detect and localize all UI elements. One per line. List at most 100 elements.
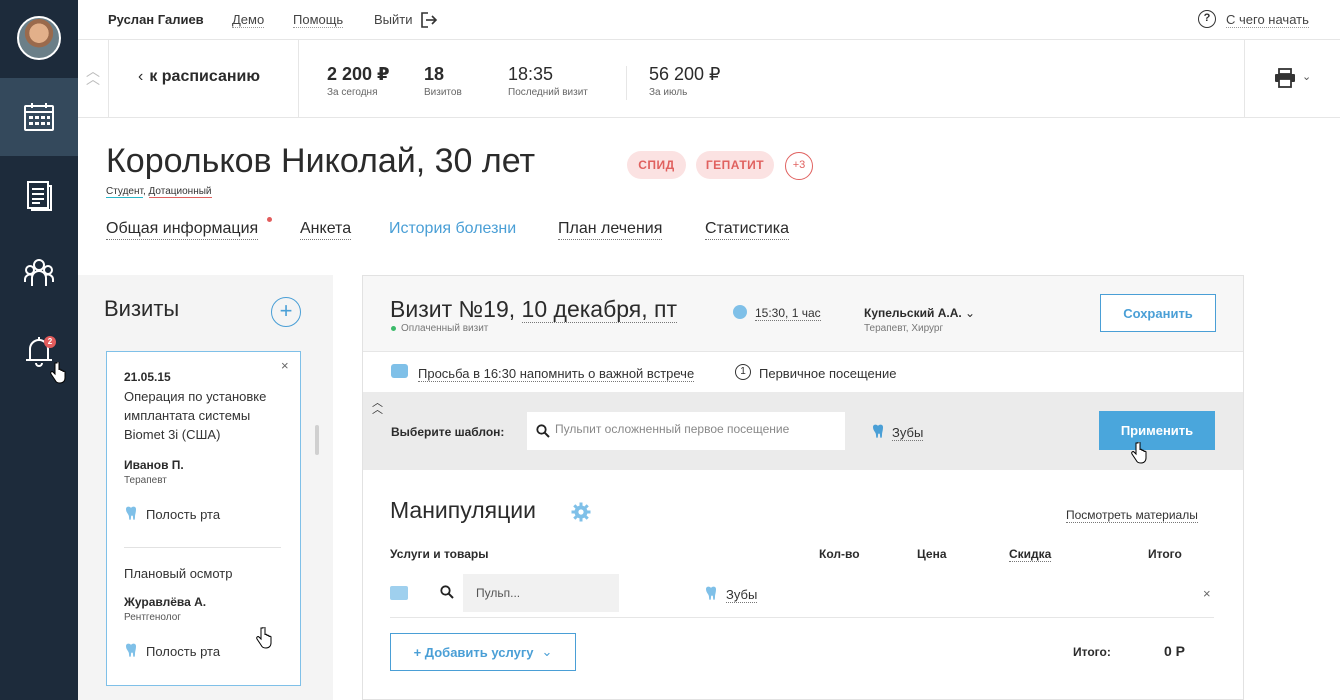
logout-link[interactable]: Выйти [374, 12, 413, 27]
document-icon [27, 181, 52, 211]
logout-icon[interactable] [420, 11, 438, 29]
first-visit-label: Первичное посещение [759, 366, 897, 381]
add-visit-button[interactable]: + [271, 297, 301, 327]
card-date: 21.05.15 [124, 370, 171, 384]
chevron-left-icon: ‹ [138, 68, 144, 85]
back-to-schedule-link[interactable]: ‹ к расписанию [138, 68, 260, 86]
demo-link[interactable]: Демо [232, 12, 265, 28]
tags-more-badge[interactable]: +3 [785, 152, 813, 180]
visit-date-link[interactable]: 10 декабря, пт [521, 296, 678, 323]
patient-name: Корольков Николай, 30 лет [106, 142, 536, 180]
category-student[interactable]: Студент [106, 186, 143, 198]
hand-cursor-icon [256, 627, 272, 649]
hand-cursor-icon [50, 362, 66, 384]
column-header: Кол-во [819, 547, 860, 561]
avatar[interactable] [17, 16, 61, 60]
card-desc-line: имплантата системы [124, 408, 251, 423]
template-teeth-link[interactable]: Зубы [892, 425, 924, 441]
sidebar-item-documents[interactable] [0, 156, 78, 234]
service-search-input[interactable] [463, 574, 619, 612]
status-dot [391, 325, 396, 331]
folder-icon[interactable] [390, 586, 408, 600]
hand-cursor-icon [1131, 442, 1147, 464]
chevron-down-icon: ⌄ [965, 306, 976, 320]
manipulations-title: Манипуляции [390, 497, 536, 523]
stat-today: 2 200 ₽ За сегодня [327, 64, 390, 98]
tab-treatment-plan[interactable]: План лечения [558, 220, 663, 240]
apply-button[interactable]: Применить [1099, 411, 1215, 450]
tab-statistics[interactable]: Статистика [705, 220, 790, 240]
card-desc-line: Плановый осмотр [124, 566, 233, 581]
card-doctor: Иванов П. [124, 458, 184, 472]
save-button[interactable]: Сохранить [1100, 294, 1216, 332]
getting-started-link[interactable]: С чего начать [1226, 12, 1309, 28]
view-materials-link[interactable]: Посмотреть материалы [1066, 508, 1198, 523]
card-divider [124, 547, 281, 548]
card-scrollbar[interactable] [315, 425, 319, 455]
tab-medical-history[interactable]: История болезни [389, 220, 516, 239]
sidebar-item-team[interactable] [0, 234, 78, 312]
collapse-up-icon[interactable]: ︿ ︿ [86, 64, 100, 86]
close-icon[interactable]: × [281, 358, 289, 373]
row-divider [390, 617, 1214, 618]
comment-icon [391, 364, 408, 378]
total-value: 0 Р [1164, 643, 1186, 659]
tooth-icon [873, 424, 883, 438]
chevron-down-icon: ⌄ [541, 644, 553, 659]
question-icon[interactable]: ? [1198, 10, 1216, 28]
gear-icon[interactable] [571, 502, 591, 522]
tooth-icon [706, 586, 716, 600]
column-header-discount[interactable]: Скидка [1009, 547, 1052, 562]
doctor-role: Терапевт, Хирург [864, 323, 944, 334]
row-teeth-link[interactable]: Зубы [726, 587, 758, 603]
visit-paid-status: Оплаченный визит [391, 323, 488, 334]
top-bar: Руслан Галиев Демо Помощь Выйти ? С чего… [78, 0, 1340, 40]
tooth-icon [126, 643, 136, 657]
number-one-icon: 1 [735, 364, 751, 380]
template-label: Выберите шаблон: [391, 425, 505, 439]
calendar-icon [24, 103, 54, 131]
template-search [527, 412, 845, 450]
team-icon [24, 259, 54, 286]
card-doctor: Журавлёва А. [124, 595, 207, 609]
search-icon [440, 585, 454, 599]
sidebar: 2 [0, 0, 78, 700]
tooth-icon [126, 506, 136, 520]
chevron-down-icon[interactable]: ⌄ [1302, 70, 1311, 83]
tab-questionnaire[interactable]: Анкета [300, 220, 352, 240]
notification-badge: 2 [44, 336, 56, 348]
close-icon[interactable]: × [1203, 586, 1211, 601]
card-area: Полость рта [146, 644, 221, 659]
stat-visits: 18 Визитов [424, 64, 462, 98]
category-subsidized[interactable]: Дотационный [148, 186, 212, 198]
column-header: Услуги и товары [390, 547, 489, 561]
total-label: Итого: [1073, 645, 1111, 659]
card-doctor-role: Терапевт [124, 475, 167, 486]
stats-bar: ︿ ︿ ‹ к расписанию 2 200 ₽ За сегодня 18 В… [78, 40, 1340, 118]
stat-month: 56 200 ₽ За июль [649, 64, 721, 98]
add-service-button[interactable]: + Добавить услугу ⌄ [390, 633, 576, 671]
card-desc-line: Biomet 3i (США) [124, 427, 221, 442]
reminder-link[interactable]: Просьба в 16:30 напомнить о важной встре… [418, 366, 695, 382]
tab-alert-dot [267, 217, 272, 222]
template-search-input[interactable] [555, 422, 835, 436]
tab-general-info[interactable]: Общая информация [106, 220, 259, 240]
sidebar-item-notifications[interactable] [0, 312, 78, 390]
tag-hepatitis[interactable]: ГЕПАТИТ [696, 151, 774, 179]
printer-icon[interactable] [1274, 68, 1296, 88]
visits-title: Визиты [104, 296, 180, 321]
collapse-up-icon[interactable]: ︿ ︿ [372, 398, 383, 416]
clock-icon [733, 305, 747, 319]
visit-time-link[interactable]: 15:30, 1 час [755, 306, 821, 321]
column-header: Итого [1148, 547, 1182, 561]
user-name: Руслан Галиев [108, 12, 204, 27]
card-area: Полость рта [146, 507, 221, 522]
visit-title: Визит №19, 10 декабря, пт [390, 296, 678, 323]
help-link[interactable]: Помощь [293, 12, 344, 28]
stat-last-visit: 18:35 Последний визит [508, 64, 588, 98]
card-desc-line: Операция по установке [124, 389, 267, 404]
tag-aids[interactable]: СПИД [627, 151, 686, 179]
doctor-select[interactable]: Купельский А.А. ⌄ [864, 306, 975, 320]
sidebar-item-schedule[interactable] [0, 78, 78, 156]
search-icon [536, 424, 550, 438]
